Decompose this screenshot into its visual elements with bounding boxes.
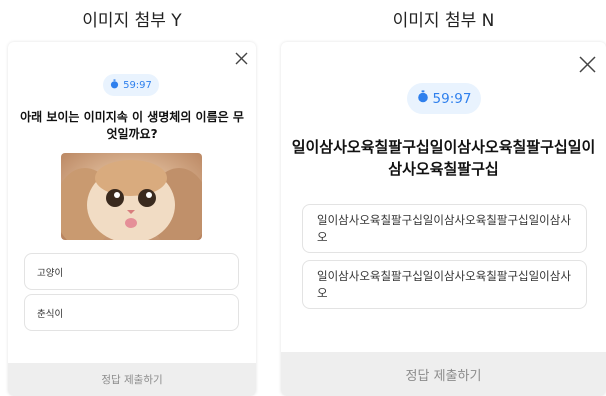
quiz-modal-with-image: 59:97 아래 보이는 이미지속 이 생명체의 이름은 무엇일까요? 고양이 … bbox=[8, 42, 256, 396]
timer-text: 59:97 bbox=[432, 90, 472, 107]
answer-option[interactable]: 고양이 bbox=[24, 253, 239, 290]
question-text: 일이삼사오육칠팔구십일이삼사오육칠팔구십일이삼사오육칠팔구십 bbox=[291, 138, 596, 178]
answer-option-label: 일이삼사오육칠팔구십일이삼사오육칠팔구십일이삼사오 bbox=[317, 268, 571, 300]
submit-answer-button[interactable]: 정답 제출하기 bbox=[8, 363, 256, 396]
close-icon[interactable] bbox=[579, 56, 596, 73]
answer-option[interactable]: 일이삼사오육칠팔구십일이삼사오육칠팔구십일이삼사오 bbox=[302, 260, 587, 309]
timer-badge: 59:97 bbox=[103, 74, 159, 96]
stopwatch-icon bbox=[110, 78, 119, 92]
answer-option[interactable]: 춘식이 bbox=[24, 294, 239, 331]
cat-image bbox=[61, 153, 202, 240]
stopwatch-icon bbox=[417, 90, 429, 107]
question-text: 아래 보이는 이미지속 이 생명체의 이름은 무엇일까요? bbox=[20, 110, 244, 141]
submit-answer-button[interactable]: 정답 제출하기 bbox=[281, 352, 606, 396]
answer-option[interactable]: 일이삼사오육칠팔구십일이삼사오육칠팔구십일이삼사오 bbox=[302, 204, 587, 253]
answer-option-label: 춘식이 bbox=[37, 308, 64, 320]
timer-text: 59:97 bbox=[123, 79, 152, 91]
close-icon[interactable] bbox=[235, 52, 248, 65]
answer-option-label: 일이삼사오육칠팔구십일이삼사오육칠팔구십일이삼사오 bbox=[317, 212, 571, 244]
variant-title-left: 이미지 첨부 Y bbox=[82, 11, 182, 31]
quiz-modal-without-image: 59:97 일이삼사오육칠팔구십일이삼사오육칠팔구십일이삼사오육칠팔구십 일이삼… bbox=[281, 42, 606, 396]
answer-option-label: 고양이 bbox=[37, 267, 64, 279]
timer-badge: 59:97 bbox=[407, 83, 481, 114]
variant-title-right: 이미지 첨부 N bbox=[392, 11, 495, 31]
